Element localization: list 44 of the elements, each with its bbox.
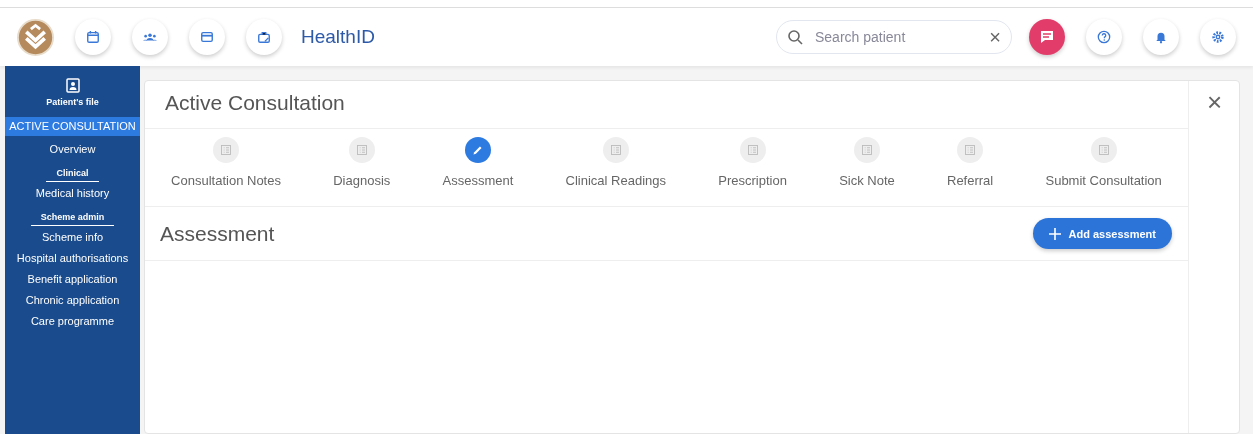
clear-button[interactable]: × xyxy=(989,25,1001,49)
step-tab[interactable]: Clinical Readings xyxy=(565,137,666,188)
app-title: HealthID xyxy=(301,26,375,48)
patient-file-icon[interactable] xyxy=(64,78,81,94)
step-tab[interactable]: Consultation Notes xyxy=(171,137,281,188)
sidebar-item[interactable]: Hospital authorisations xyxy=(5,250,140,266)
search-icon xyxy=(787,29,803,45)
sidebar-heading: Scheme admin xyxy=(30,206,115,226)
sidebar-heading: Clinical xyxy=(46,162,99,182)
add-assessment-button[interactable]: Add assessment xyxy=(1032,218,1172,249)
people-icon[interactable] xyxy=(132,19,168,55)
plus-icon xyxy=(1048,227,1061,240)
sidebar-item[interactable]: Overview xyxy=(5,141,140,157)
logo-icon[interactable] xyxy=(17,18,54,56)
patient-file-label[interactable]: Patient's file xyxy=(46,97,99,107)
sidebar-item[interactable]: Benefit application xyxy=(5,271,140,287)
sidebar-item[interactable]: ACTIVE CONSULTATION xyxy=(5,117,140,136)
chat-icon[interactable] xyxy=(1029,19,1065,55)
sidebar-item[interactable]: Care programme xyxy=(5,313,140,329)
list-icon xyxy=(746,144,759,156)
step-tab[interactable]: Sick Note xyxy=(839,137,895,188)
list-icon xyxy=(355,144,368,156)
step-tab[interactable]: Diagnosis xyxy=(333,137,391,188)
list-icon xyxy=(609,144,622,156)
list-icon xyxy=(860,144,873,156)
step-tab[interactable]: Prescription xyxy=(718,137,787,188)
list-icon xyxy=(964,144,977,156)
list-icon xyxy=(220,144,233,156)
card-title: Active Consultation xyxy=(145,81,1188,129)
sidebar-item[interactable]: Medical history xyxy=(5,185,140,201)
bell-icon[interactable] xyxy=(1143,19,1179,55)
sidebar-item[interactable]: Scheme info xyxy=(5,229,140,245)
settings-icon[interactable] xyxy=(1200,19,1236,55)
step-tab[interactable]: Submit Consultation xyxy=(1045,137,1162,188)
help-icon[interactable] xyxy=(1086,19,1122,55)
step-tab[interactable]: Assessment xyxy=(442,137,514,188)
list-icon xyxy=(1097,144,1110,156)
close-button[interactable]: × xyxy=(1199,87,1231,117)
section-title: Assessment xyxy=(160,221,275,246)
briefcase-icon[interactable] xyxy=(246,19,282,55)
sidebar-item[interactable]: Chronic application xyxy=(5,292,140,308)
calendar-icon[interactable] xyxy=(75,19,111,55)
step-tab[interactable]: Referral xyxy=(947,137,994,188)
card-icon[interactable] xyxy=(189,19,225,55)
